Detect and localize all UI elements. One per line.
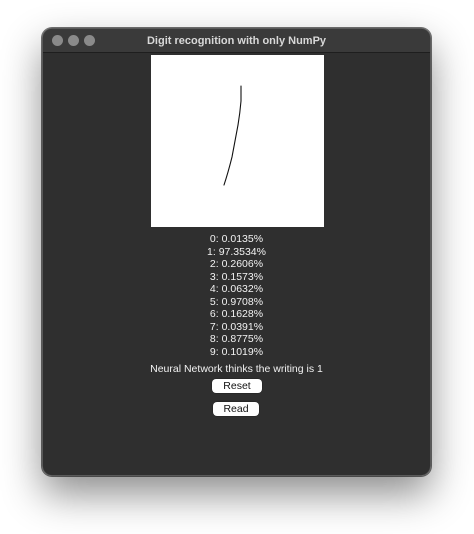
prediction-digit-6: 6: 0.1628% <box>209 308 264 320</box>
prediction-verdict: Neural Network thinks the writing is 1 <box>150 363 323 375</box>
prediction-digit-3: 3: 0.1573% <box>209 270 264 283</box>
titlebar: Digit recognition with only NumPy <box>43 29 430 53</box>
read-button[interactable]: Read <box>213 402 259 416</box>
prediction-list: 0: 0.0135% 1: 97.3534% 2: 0.2606% 3: 0.1… <box>43 233 430 358</box>
prediction-digit-5: 5: 0.9708% <box>209 295 264 308</box>
prediction-digit-1: 1: 97.3534% <box>207 245 266 258</box>
app-window: Digit recognition with only NumPy 0: 0.0… <box>42 28 431 476</box>
handwritten-stroke <box>223 85 242 186</box>
reset-button[interactable]: Reset <box>212 379 262 393</box>
prediction-digit-4: 4: 0.0632% <box>209 283 264 295</box>
handwritten-stroke-svg <box>223 85 242 186</box>
prediction-digit-8: 8: 0.8775% <box>209 333 264 345</box>
drawing-canvas[interactable] <box>151 55 324 227</box>
window-title: Digit recognition with only NumPy <box>146 35 327 47</box>
prediction-digit-0: 0: 0.0135% <box>209 233 264 245</box>
prediction-digit-2: 2: 0.2606% <box>209 258 264 270</box>
prediction-digit-7: 7: 0.0391% <box>209 320 264 333</box>
prediction-digit-9: 9: 0.1019% <box>209 345 264 358</box>
